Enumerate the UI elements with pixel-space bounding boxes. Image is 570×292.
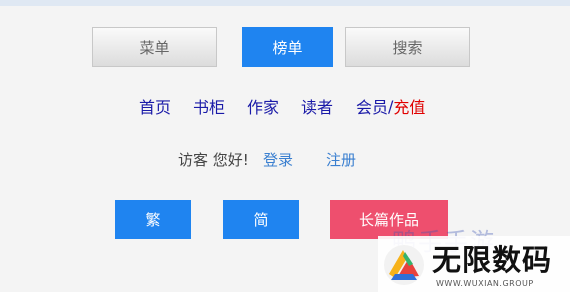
greeting-label: 访客 您好! — [178, 150, 249, 169]
watermark-subtitle: WWW.WUXIAN.GROUP — [436, 279, 534, 288]
nav-authors-label: 作家 — [247, 98, 280, 117]
nav-link-readers[interactable]: 读者 — [301, 95, 333, 117]
search-button-label: 搜索 — [392, 38, 423, 57]
nav-link-home[interactable]: 首页 — [139, 95, 171, 117]
nav-member-recharge: 会员 / 充值 — [356, 94, 425, 118]
watermark-logo-icon — [384, 245, 424, 285]
traditional-chinese-button[interactable]: 繁 — [115, 200, 191, 239]
ranking-button[interactable]: 榜单 — [242, 27, 333, 67]
nav-link-recharge[interactable]: 充值 — [393, 94, 425, 118]
simplified-label: 简 — [253, 211, 269, 229]
nav-link-authors[interactable]: 作家 — [247, 95, 279, 117]
menu-button-label: 菜单 — [139, 38, 170, 57]
menu-button[interactable]: 菜单 — [92, 27, 217, 67]
traditional-label: 繁 — [145, 211, 161, 229]
nav-link-member[interactable]: 会员 — [356, 94, 388, 118]
login-label: 登录 — [263, 150, 294, 169]
register-label: 注册 — [326, 150, 357, 169]
nav-readers-label: 读者 — [301, 98, 334, 117]
top-strip — [0, 0, 570, 6]
nav-home-label: 首页 — [139, 98, 172, 117]
nav-bookshelf-label: 书柜 — [193, 98, 226, 117]
nav-link-bookshelf[interactable]: 书柜 — [193, 95, 225, 117]
register-link[interactable]: 注册 — [326, 148, 356, 170]
login-link[interactable]: 登录 — [263, 148, 293, 170]
search-button[interactable]: 搜索 — [345, 27, 470, 67]
ranking-button-label: 榜单 — [272, 38, 303, 57]
greeting-text: 访客 您好! — [178, 148, 249, 170]
simplified-chinese-button[interactable]: 简 — [223, 200, 299, 239]
watermark-title: 无限数码 — [432, 243, 553, 277]
